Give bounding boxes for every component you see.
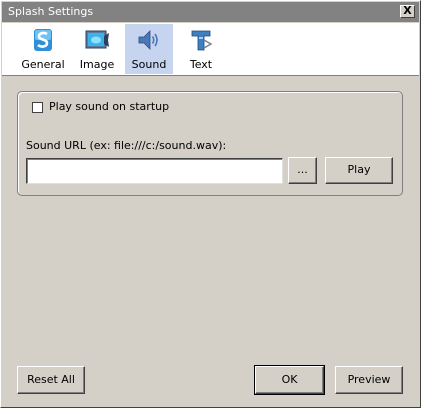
tab-sound[interactable]: Sound <box>125 24 173 74</box>
title-bar[interactable]: Splash Settings X <box>2 2 419 22</box>
tab-general-label: General <box>21 58 65 71</box>
tab-image[interactable]: Image <box>73 24 121 74</box>
tab-text-label: Text <box>189 58 213 71</box>
splash-settings-dialog: Splash Settings X General Image Sound Te… <box>0 0 421 408</box>
play-on-startup-label[interactable]: Play sound on startup <box>49 100 169 113</box>
reset-all-button[interactable]: Reset All <box>17 366 85 394</box>
general-s-icon <box>34 29 52 51</box>
text-t-icon <box>191 30 213 51</box>
ok-button[interactable]: OK <box>254 365 325 395</box>
tab-general[interactable]: General <box>19 24 67 74</box>
play-on-startup-checkbox[interactable] <box>32 102 43 113</box>
play-button[interactable]: Play <box>325 157 393 184</box>
window-title: Splash Settings <box>8 5 94 18</box>
tab-text[interactable]: Text <box>177 24 225 74</box>
close-button[interactable]: X <box>400 5 415 18</box>
tab-image-label: Image <box>79 58 115 71</box>
image-icon <box>85 30 109 49</box>
settings-tab-bar: General Image Sound Text <box>2 23 419 76</box>
sound-url-label: Sound URL (ex: file:///c:/sound.wav): <box>26 139 227 152</box>
tab-sound-label: Sound <box>131 58 167 71</box>
browse-button[interactable]: ... <box>288 157 317 184</box>
sound-url-input[interactable] <box>26 158 283 184</box>
speaker-icon <box>138 30 158 50</box>
preview-button[interactable]: Preview <box>335 366 403 394</box>
